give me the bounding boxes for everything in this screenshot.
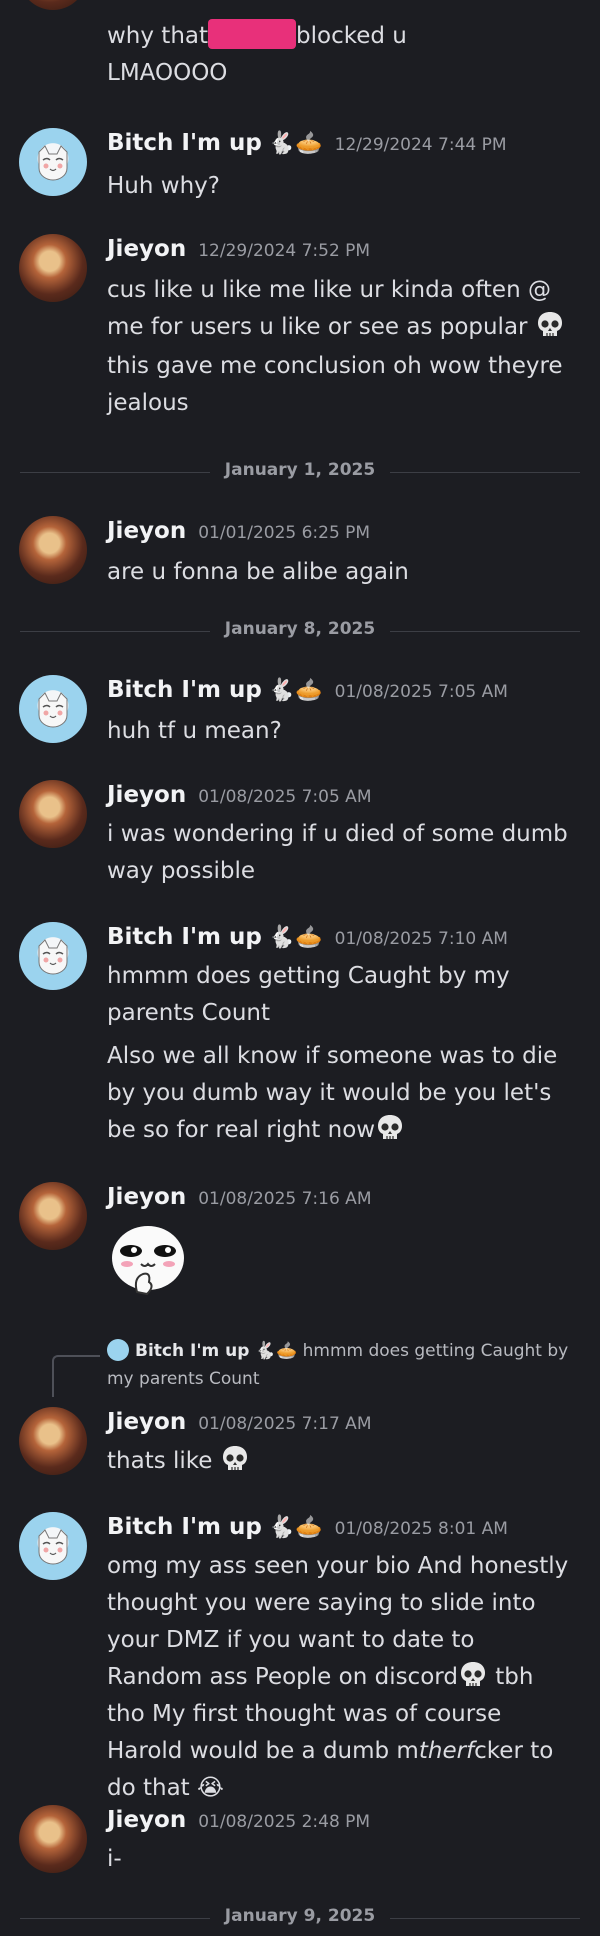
author-name[interactable]: Jieyon <box>107 1184 186 1210</box>
timestamp[interactable]: 01/08/2025 8:01 AM <box>335 1519 508 1539</box>
avatar[interactable] <box>19 1182 87 1250</box>
author-name[interactable]: Bitch I'm up <box>107 677 262 703</box>
author-name[interactable]: Jieyon <box>107 782 186 808</box>
date-divider-label: January 9, 2025 <box>224 1906 376 1926</box>
author-name[interactable]: Jieyon <box>107 1807 186 1833</box>
timestamp[interactable]: 01/08/2025 7:10 AM <box>335 929 508 949</box>
cat-icon <box>33 689 73 729</box>
rabbit-pie-emoji: 🐇🥧 <box>267 131 323 156</box>
reply-avatar <box>107 1339 129 1361</box>
reply-connector <box>52 1355 100 1397</box>
cat-icon <box>33 142 73 182</box>
date-divider: January 1, 2025 <box>20 460 580 484</box>
message-text: Also we all know if someone was to die b… <box>107 1043 558 1143</box>
skull-emoji-icon <box>220 1444 250 1474</box>
chat-log: why that blocked u LMAOOOO Bitch I'm up 🐇… <box>0 0 600 1936</box>
avatar[interactable] <box>19 0 87 10</box>
timestamp[interactable]: 01/08/2025 7:05 AM <box>335 682 508 702</box>
message-text: are u fonna be alibe again <box>107 559 409 585</box>
sticker-image[interactable] <box>107 1220 189 1302</box>
date-divider-label: January 8, 2025 <box>224 619 376 639</box>
rabbit-pie-emoji: 🐇🥧 <box>267 925 323 950</box>
timestamp[interactable]: 01/01/2025 6:25 PM <box>198 523 370 543</box>
rabbit-pie-emoji: 🐇🥧 <box>267 678 323 703</box>
cat-icon <box>33 1526 73 1566</box>
avatar[interactable] <box>19 516 87 584</box>
timestamp[interactable]: 01/08/2025 7:17 AM <box>198 1414 371 1434</box>
timestamp[interactable]: 12/29/2024 7:52 PM <box>198 241 370 261</box>
skull-emoji-icon <box>535 310 565 340</box>
message-text: hmmm does getting Caught by my parents C… <box>107 963 510 1026</box>
avatar[interactable] <box>19 780 87 848</box>
rabbit-pie-emoji: 🐇🥧 <box>254 1341 298 1361</box>
redaction-mark <box>208 19 297 49</box>
author-name[interactable]: Bitch I'm up <box>107 130 262 156</box>
message-text: omg my ass seen your bio And honestly th… <box>107 1553 569 1801</box>
author-name[interactable]: Jieyon <box>107 236 186 262</box>
cat-icon <box>33 936 73 976</box>
timestamp[interactable]: 01/08/2025 7:16 AM <box>198 1189 371 1209</box>
timestamp[interactable]: 01/08/2025 7:05 AM <box>198 787 371 807</box>
message-text: why that blocked u LMAOOOO <box>107 18 577 92</box>
date-divider-label: January 1, 2025 <box>224 460 376 480</box>
avatar[interactable] <box>19 922 87 990</box>
reply-reference[interactable]: Bitch I'm up 🐇🥧 hmmm does getting Caught… <box>107 1337 577 1393</box>
avatar[interactable] <box>19 234 87 302</box>
author-name[interactable]: Jieyon <box>107 518 186 544</box>
timestamp[interactable]: 12/29/2024 7:44 PM <box>335 135 507 155</box>
date-divider: January 9, 2025 <box>20 1906 580 1930</box>
message-text: cus like u like me like ur kinda often @… <box>107 272 577 346</box>
message-text: thats like <box>107 1443 577 1480</box>
reply-author: Bitch I'm up <box>135 1341 250 1361</box>
author-name[interactable]: Bitch I'm up <box>107 1514 262 1540</box>
message-text: i was wondering if u died of some dumb w… <box>107 821 568 884</box>
message-text: this gave me conclusion oh wow theyre je… <box>107 353 563 416</box>
skull-emoji-icon <box>375 1113 405 1143</box>
message-text: huh tf u mean? <box>107 718 282 744</box>
avatar[interactable] <box>19 128 87 196</box>
avatar[interactable] <box>19 675 87 743</box>
avatar[interactable] <box>19 1407 87 1475</box>
crying-emoji-icon: 😭 <box>189 1775 224 1801</box>
author-name[interactable]: Bitch I'm up <box>107 924 262 950</box>
skull-emoji-icon <box>458 1660 488 1690</box>
avatar[interactable] <box>19 1512 87 1580</box>
message-text: i- <box>107 1846 122 1872</box>
avatar[interactable] <box>19 1805 87 1873</box>
timestamp[interactable]: 01/08/2025 2:48 PM <box>198 1812 370 1832</box>
author-name[interactable]: Jieyon <box>107 1409 186 1435</box>
date-divider: January 8, 2025 <box>20 619 580 643</box>
rabbit-pie-emoji: 🐇🥧 <box>267 1515 323 1540</box>
message-text: Huh why? <box>107 173 220 199</box>
